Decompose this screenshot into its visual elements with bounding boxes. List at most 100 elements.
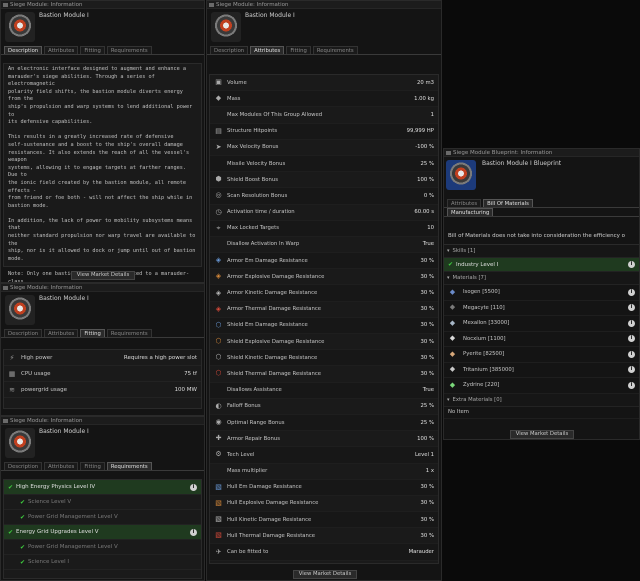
material-row[interactable]: ◆ Isogen [5500] i (444, 285, 639, 301)
materials-group-header[interactable]: ▾ Materials [7] (444, 272, 639, 285)
requirement-row[interactable]: ✔ Science Level V (4, 495, 201, 510)
window-titlebar[interactable]: Siege Module Blueprint: Information (444, 149, 639, 157)
no-item-row: No Item (444, 407, 639, 419)
info-icon[interactable]: i (628, 261, 635, 268)
view-market-details-button[interactable]: View Market Details (510, 430, 574, 439)
window-title: Siege Module: Information (10, 2, 83, 8)
tritanium-icon: ◆ (449, 365, 456, 374)
tab-attributes[interactable]: Attributes (44, 462, 79, 470)
attribute-row: ◈ Armor Em Damage Resistance 30 % (210, 253, 438, 270)
tab-attributes[interactable]: Attributes (44, 329, 79, 337)
blank-icon (214, 240, 223, 249)
requirement-row[interactable]: ✔ Power Grid Management Level V (4, 510, 201, 525)
tab-fitting[interactable]: Fitting (286, 46, 311, 54)
tab-fitting[interactable]: Fitting (80, 329, 105, 337)
tab-attributes[interactable]: Attributes (44, 46, 79, 54)
tab-bar: Description Attributes Fitting Requireme… (1, 462, 204, 471)
tab-fitting[interactable]: Fitting (80, 462, 105, 470)
tab-bar: Description Attributes Fitting Requireme… (1, 329, 204, 338)
attribute-value: 30 % (420, 532, 434, 539)
info-icon[interactable]: i (190, 528, 197, 536)
attributes-list: ▣ Volume 20 m3 ◆ Mass 1.00 kg Max Modules Of T… (209, 74, 439, 564)
material-row[interactable]: ◆ Zydrine [220] i (444, 378, 639, 394)
attribute-label: Volume (227, 79, 247, 86)
tab-requirements[interactable]: Requirements (106, 329, 152, 337)
attribute-row: ▤ Structure Hitpoints 99,999 HP (210, 123, 438, 140)
skills-group-header[interactable]: ▾ Skills [1] (444, 245, 639, 258)
requirement-label: Energy Grid Upgrades Level V (16, 529, 99, 535)
material-label: Isogen [5500] (463, 289, 500, 296)
tab-description[interactable]: Description (210, 46, 249, 54)
view-market-details-button[interactable]: View Market Details (293, 570, 357, 579)
window-titlebar[interactable]: Siege Module: Information (1, 1, 204, 9)
attribute-label: Max Modules Of This Group Allowed (227, 111, 323, 118)
blank-icon (214, 467, 223, 476)
attribute-value: 30 % (420, 290, 434, 297)
material-row[interactable]: ◆ Nocxium [1100] i (444, 332, 639, 347)
tab-fitting[interactable]: Fitting (80, 46, 105, 54)
requirement-row[interactable]: ✔ Energy Grid Upgrades Level V i (4, 525, 201, 540)
window-icon (446, 151, 451, 155)
requirement-row[interactable]: ✔ Science Level I (4, 555, 201, 570)
window-titlebar[interactable]: Siege Module: Information (1, 417, 204, 425)
attribute-row: Disallow Activation In Warp True (210, 237, 438, 254)
attribute-label: Activation time / duration (227, 209, 295, 216)
info-icon[interactable]: i (628, 381, 635, 389)
tab-bill-of-materials[interactable]: Bill Of Materials (483, 199, 533, 207)
extra-materials-group-header[interactable]: ▾ Extra Materials [0] (444, 393, 639, 407)
fitting-value: 100 MW (174, 386, 197, 393)
tab-requirements[interactable]: Requirements (312, 46, 358, 54)
attribute-label: Can be fitted to (227, 549, 269, 556)
info-icon[interactable]: i (628, 350, 635, 358)
hull-em-icon: ▧ (215, 482, 222, 491)
bom-note: Bill of Materials does not take into con… (444, 229, 639, 245)
info-window-requirements: Siege Module: Information Bastion Module… (0, 416, 205, 581)
material-row[interactable]: ◆ Megacyte [110] i (444, 301, 639, 316)
window-titlebar[interactable]: Siege Module: Information (207, 1, 441, 9)
info-icon[interactable]: i (628, 304, 635, 312)
material-row[interactable]: ◆ Mexallon [33000] i (444, 316, 639, 332)
pyerite-icon: ◆ (449, 349, 456, 358)
tab-requirements[interactable]: Requirements (106, 462, 152, 470)
tab-requirements[interactable]: Requirements (106, 46, 152, 54)
view-market-details-button[interactable]: View Market Details (71, 271, 135, 280)
clock-icon: ◷ (215, 207, 222, 216)
material-row[interactable]: ◆ Pyerite [82500] i (444, 347, 639, 363)
attribute-value: Marauder (408, 549, 434, 556)
info-icon[interactable]: i (628, 288, 635, 296)
window-titlebar[interactable]: Siege Module: Information (1, 284, 204, 292)
shield-explosive-icon: ⬡ (215, 337, 222, 346)
info-icon[interactable]: i (190, 483, 197, 491)
attribute-row: ⚙ Tech Level Level 1 (210, 447, 438, 464)
tab-description[interactable]: Description (4, 462, 43, 470)
bastion-module-icon (5, 428, 35, 458)
fitting-row: ≋ powergrid usage 100 MW (4, 382, 201, 398)
blank-icon (214, 386, 223, 395)
info-icon[interactable]: i (628, 335, 635, 343)
armor-explosive-icon: ◈ (215, 272, 222, 281)
tab-description[interactable]: Description (4, 46, 43, 54)
attribute-label: Hull Thermal Damage Resistance (227, 532, 316, 539)
attribute-label: Shield Boost Bonus (227, 176, 278, 183)
armor-kinetic-icon: ◈ (215, 288, 222, 297)
material-row[interactable]: ◆ Tritanium [385000] i (444, 363, 639, 378)
attribute-label: Armor Em Damage Resistance (227, 257, 308, 264)
tab-description[interactable]: Description (4, 329, 43, 337)
info-icon[interactable]: i (628, 366, 635, 374)
attribute-row: ⌖ Max Locked Targets 10 (210, 220, 438, 237)
info-icon[interactable]: i (628, 319, 635, 327)
requirement-row[interactable]: ✔ High Energy Physics Level IV i (4, 480, 201, 495)
blueprint-window: Siege Module Blueprint: Information Bast… (443, 148, 640, 440)
skill-row[interactable]: ✔ Industry Level I i (444, 258, 639, 272)
attribute-value: 30 % (420, 322, 434, 329)
tab-attributes[interactable]: Attributes (447, 199, 482, 207)
info-window-description: Siege Module: Information Bastion Module… (0, 0, 205, 283)
attribute-value: 25 % (420, 403, 434, 410)
attribute-label: Hull Em Damage Resistance (227, 484, 302, 491)
requirement-row[interactable]: ✔ Power Grid Management Level V (4, 540, 201, 555)
tab-attributes[interactable]: Attributes (250, 46, 285, 54)
tab-manufacturing[interactable]: Manufacturing (447, 208, 494, 216)
cpu-icon: ▦ (8, 369, 16, 378)
attribute-value: 20 m3 (417, 79, 434, 86)
material-label: Nocxium [1100] (463, 335, 506, 342)
